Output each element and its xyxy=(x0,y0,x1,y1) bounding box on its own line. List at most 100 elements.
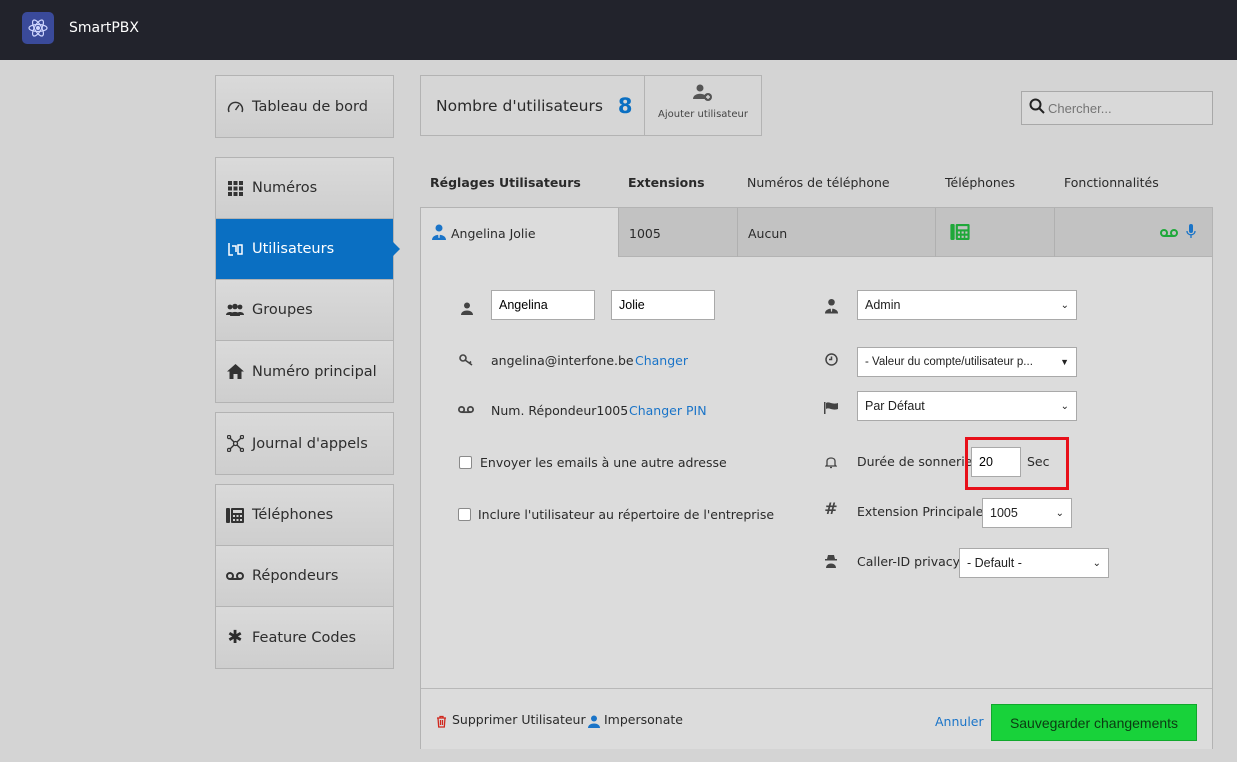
user-admin-icon xyxy=(431,224,447,243)
chevron-down-icon: ⌄ xyxy=(1055,507,1064,519)
nav-label-numbers: Numéros xyxy=(252,180,318,196)
atom-icon xyxy=(28,19,48,37)
change-pin-link[interactable]: Changer PIN xyxy=(629,403,707,418)
timezone-select-value: - Valeur du compte/utilisateur p... xyxy=(865,356,1033,368)
add-user-button[interactable]: Ajouter utilisateur xyxy=(644,75,762,136)
save-changes-button[interactable]: Sauvegarder changements xyxy=(991,704,1197,741)
nav-item-phones[interactable]: Téléphones xyxy=(216,485,393,546)
nav-label-users: Utilisateurs xyxy=(252,241,335,257)
timezone-select[interactable]: - Valeur du compte/utilisateur p... ▼ xyxy=(857,347,1077,377)
user-features-cell[interactable] xyxy=(1055,208,1212,258)
voicemail-icon xyxy=(226,571,244,581)
microphone-icon xyxy=(1186,224,1196,242)
user-number-cell[interactable]: Aucun xyxy=(738,208,936,258)
users-count-box: Nombre d'utilisateurs 8 xyxy=(420,75,645,136)
nav-group-dashboard: Tableau de bord xyxy=(215,75,394,138)
nav-group-devices: Téléphones Répondeurs ✱ Feature Codes xyxy=(215,484,394,669)
app-logo[interactable] xyxy=(22,12,54,44)
main-extension-value: 1005 xyxy=(990,506,1018,520)
ring-duration-label: Durée de sonnerie xyxy=(857,454,973,469)
voicemail-icon xyxy=(1160,226,1178,241)
nav-item-numbers[interactable]: Numéros xyxy=(216,158,393,219)
user-name-cell[interactable]: Angelina Jolie xyxy=(421,208,619,259)
user-settings-panel: angelina@interfone.be Changer Num. Répon… xyxy=(420,257,1213,749)
include-directory-checkbox[interactable] xyxy=(458,508,471,521)
nav-item-call-log[interactable]: Journal d'appels xyxy=(216,413,393,474)
tab-extensions[interactable]: Extensions xyxy=(628,175,705,190)
main-extension-select[interactable]: 1005 ⌄ xyxy=(982,498,1072,528)
user-extension-cell[interactable]: 1005 xyxy=(619,208,738,258)
first-name-field[interactable] xyxy=(491,290,595,320)
user-row[interactable]: Angelina Jolie 1005 Aucun xyxy=(420,207,1213,259)
send-emails-label: Envoyer les emails à une autre adresse xyxy=(480,455,727,470)
nav-item-voicemails[interactable]: Répondeurs xyxy=(216,546,393,607)
user-tabs: Réglages Utilisateurs Extensions Numéros… xyxy=(420,168,1213,198)
user-icon xyxy=(459,300,475,316)
cancel-link[interactable]: Annuler xyxy=(935,714,984,729)
admin-icon xyxy=(823,298,839,314)
gauge-icon xyxy=(226,100,244,114)
hashtag-icon: # xyxy=(824,498,838,518)
send-emails-checkbox[interactable] xyxy=(459,456,472,469)
nav-item-dashboard[interactable]: Tableau de bord xyxy=(216,76,393,137)
nav-label-phones: Téléphones xyxy=(252,507,334,523)
tab-phones[interactable]: Téléphones xyxy=(945,175,1015,190)
nav-item-main-number[interactable]: Numéro principal xyxy=(216,341,393,402)
nav-label-call-log: Journal d'appels xyxy=(252,435,368,452)
home-icon xyxy=(226,364,244,379)
search-box[interactable] xyxy=(1021,91,1213,125)
top-bar: SmartPBX xyxy=(0,0,1237,60)
nav-group-main: Numéros Utilisateurs Groupes Numéro prin… xyxy=(215,157,400,403)
users-icon xyxy=(226,303,244,317)
first-name-input[interactable] xyxy=(499,298,587,312)
tab-features[interactable]: Fonctionnalités xyxy=(1064,175,1159,190)
nav-group-call-log: Journal d'appels xyxy=(215,412,394,475)
user-number: Aucun xyxy=(748,225,788,241)
user-phones-cell[interactable] xyxy=(936,208,1055,258)
email-value: angelina@interfone.be xyxy=(491,353,634,368)
voicemail-icon xyxy=(458,401,474,417)
users-count: 8 xyxy=(617,93,633,118)
desk-phone-icon xyxy=(950,223,970,243)
main-extension-label: Extension Principale xyxy=(857,504,984,519)
user-desk-icon xyxy=(226,241,244,257)
last-name-field[interactable] xyxy=(611,290,715,320)
nav-item-groups[interactable]: Groupes xyxy=(216,280,393,341)
last-name-input[interactable] xyxy=(619,298,707,312)
trash-icon xyxy=(436,713,447,732)
impersonate-link[interactable]: Impersonate xyxy=(604,712,683,727)
add-user-icon xyxy=(645,84,761,105)
voicemail-number: Num. Répondeur1005 xyxy=(491,403,629,418)
change-email-link[interactable]: Changer xyxy=(635,353,688,368)
nav-label-feature-codes: Feature Codes xyxy=(252,629,357,646)
caret-down-icon: ▼ xyxy=(1060,357,1069,367)
role-select-value: Admin xyxy=(865,298,901,312)
role-select[interactable]: Admin ⌄ xyxy=(857,290,1077,320)
asterisk-icon: ✱ xyxy=(227,627,243,648)
user-name: Angelina Jolie xyxy=(451,226,536,241)
chevron-down-icon: ⌄ xyxy=(1092,557,1101,569)
nav-item-users[interactable]: Utilisateurs xyxy=(216,219,400,280)
tab-user-settings[interactable]: Réglages Utilisateurs xyxy=(430,175,581,190)
network-icon xyxy=(226,435,244,452)
include-directory-label: Inclure l'utilisateur au répertoire de l… xyxy=(478,507,775,522)
desk-phone-icon xyxy=(226,507,244,523)
delete-user-link[interactable]: Supprimer Utilisateur xyxy=(452,712,586,727)
search-input[interactable] xyxy=(1048,100,1208,116)
tab-phone-numbers[interactable]: Numéros de téléphone xyxy=(747,175,890,190)
highlight-box xyxy=(965,437,1069,490)
caller-id-value: - Default - xyxy=(967,556,1022,570)
grid-icon xyxy=(226,180,244,196)
app-name: SmartPBX xyxy=(69,20,139,36)
nav-label-voicemails: Répondeurs xyxy=(252,568,339,584)
users-count-label: Nombre d'utilisateurs xyxy=(436,96,603,115)
clock-icon xyxy=(823,351,839,367)
music-select[interactable]: Par Défaut ⌄ xyxy=(857,391,1077,421)
spy-icon xyxy=(823,553,839,569)
caller-id-select[interactable]: - Default - ⌄ xyxy=(959,548,1109,578)
chevron-down-icon: ⌄ xyxy=(1060,400,1069,412)
nav-label-dashboard: Tableau de bord xyxy=(252,98,368,115)
key-icon xyxy=(458,352,474,368)
nav-item-feature-codes[interactable]: ✱ Feature Codes xyxy=(216,607,393,668)
chevron-down-icon: ⌄ xyxy=(1060,299,1069,311)
